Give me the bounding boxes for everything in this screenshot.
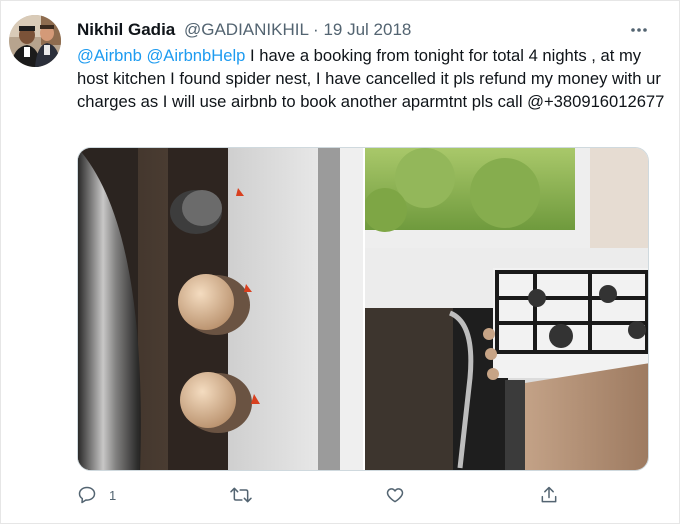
- retweet-button[interactable]: [229, 485, 253, 505]
- photo-kitchen-hob[interactable]: [365, 148, 648, 470]
- retweet-icon: [230, 487, 252, 503]
- avatar[interactable]: [9, 15, 61, 67]
- stove-knobs-image: [78, 148, 363, 470]
- more-options-button[interactable]: [626, 19, 652, 41]
- author-name[interactable]: Nikhil Gadia: [77, 20, 175, 39]
- author-handle[interactable]: @GADIANIKHIL: [184, 20, 308, 39]
- tweet-actions: 1: [1, 483, 680, 511]
- header-separator: ·: [313, 20, 319, 39]
- heart-icon: [386, 488, 404, 503]
- tweet-date[interactable]: 19 Jul 2018: [323, 20, 411, 39]
- photo-stove-knobs[interactable]: [78, 148, 363, 470]
- mention-airbnbhelp[interactable]: @AirbnbHelp: [146, 46, 245, 65]
- tweet-card: Nikhil Gadia @GADIANIKHIL · 19 Jul 2018 …: [0, 0, 680, 524]
- share-button[interactable]: [539, 485, 559, 505]
- kitchen-hob-image: [365, 148, 648, 470]
- share-icon: [541, 486, 557, 503]
- like-button[interactable]: [385, 485, 405, 505]
- avatar-photo: [9, 15, 61, 67]
- tweet-text: @Airbnb @AirbnbHelp I have a booking fro…: [77, 44, 669, 113]
- reply-button[interactable]: 1: [77, 485, 116, 505]
- reply-count: 1: [109, 487, 117, 503]
- tweet-media: [77, 147, 649, 471]
- more-horizontal-icon: [631, 28, 647, 32]
- mention-airbnb[interactable]: @Airbnb: [77, 46, 142, 65]
- tweet-header: Nikhil Gadia @GADIANIKHIL · 19 Jul 2018: [77, 19, 411, 41]
- reply-icon: [78, 486, 96, 504]
